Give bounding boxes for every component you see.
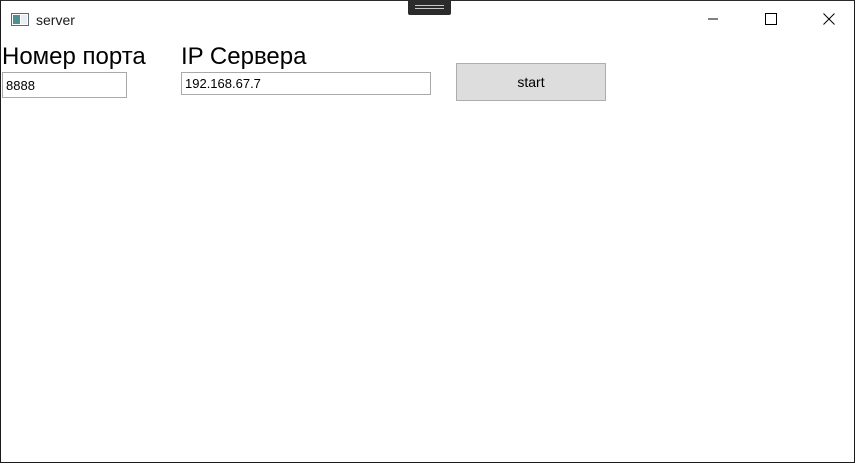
port-input[interactable] bbox=[2, 72, 127, 98]
maximize-icon bbox=[765, 13, 777, 25]
minimize-button[interactable] bbox=[684, 1, 742, 37]
start-button[interactable]: start bbox=[456, 63, 606, 101]
drag-handle-icon[interactable] bbox=[408, 1, 451, 15]
close-button[interactable] bbox=[800, 1, 854, 37]
server-window: server Номер порта IP Сервера start bbox=[0, 0, 855, 463]
ip-label: IP Сервера bbox=[181, 43, 307, 70]
port-label: Номер порта bbox=[2, 43, 146, 70]
maximize-button[interactable] bbox=[742, 1, 800, 37]
window-title: server bbox=[36, 12, 75, 28]
title-bar[interactable]: server bbox=[1, 1, 854, 39]
ip-input[interactable] bbox=[181, 72, 431, 95]
close-icon bbox=[823, 13, 835, 25]
window-app-icon bbox=[11, 13, 29, 26]
minimize-icon bbox=[708, 18, 718, 20]
